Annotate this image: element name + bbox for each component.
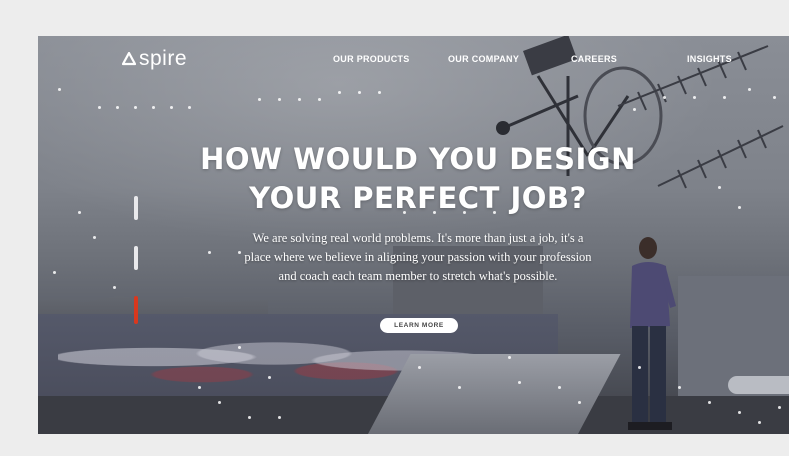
slide-indicator xyxy=(134,196,140,326)
decorative-dot xyxy=(188,106,191,109)
decorative-dot xyxy=(378,91,381,94)
decorative-dot xyxy=(113,286,116,289)
decorative-dot xyxy=(418,366,421,369)
decorative-dot xyxy=(458,386,461,389)
decorative-dot xyxy=(218,401,221,404)
brand-name: spire xyxy=(139,47,188,70)
decorative-dot xyxy=(116,106,119,109)
slide-indicator-1[interactable] xyxy=(134,196,138,220)
decorative-dot xyxy=(748,88,751,91)
decorative-dot xyxy=(558,386,561,389)
decorative-dot xyxy=(238,346,241,349)
decorative-dot xyxy=(278,416,281,419)
slide-indicator-3[interactable] xyxy=(134,296,138,324)
decorative-dot xyxy=(358,91,361,94)
decorative-dot xyxy=(708,401,711,404)
decorative-dot xyxy=(152,106,155,109)
decorative-dot xyxy=(518,381,521,384)
decorative-dot xyxy=(693,96,696,99)
nav-careers[interactable]: CAREERS xyxy=(571,54,617,64)
decorative-dot xyxy=(278,98,281,101)
decorative-dot xyxy=(248,416,251,419)
hero-description: We are solving real world problems. It's… xyxy=(178,229,658,286)
decorative-dot xyxy=(663,96,666,99)
decorative-dot xyxy=(318,98,321,101)
hero-section: spire OUR PRODUCTS OUR COMPANY CAREERS I… xyxy=(38,36,789,434)
decorative-dot xyxy=(170,106,173,109)
decorative-dot xyxy=(198,386,201,389)
decorative-dot xyxy=(638,366,641,369)
hero-headline: HOW WOULD YOU DESIGN YOUR PERFECT JOB? xyxy=(168,140,668,218)
decorative-dot xyxy=(738,411,741,414)
rooftop-pipe xyxy=(728,376,789,394)
brand-logo[interactable]: spire xyxy=(122,47,187,71)
decorative-dot xyxy=(268,376,271,379)
decorative-dot xyxy=(298,98,301,101)
decorative-dot xyxy=(58,88,61,91)
decorative-dot xyxy=(758,421,761,424)
top-navigation: spire OUR PRODUCTS OUR COMPANY CAREERS I… xyxy=(38,36,789,84)
decorative-dot xyxy=(723,96,726,99)
decorative-dot xyxy=(98,106,101,109)
nav-insights[interactable]: INSIGHTS xyxy=(687,54,732,64)
decorative-dot xyxy=(78,211,81,214)
spire-logo-icon xyxy=(122,52,136,66)
decorative-dot xyxy=(778,406,781,409)
city-skyline xyxy=(38,296,268,316)
hero-description-line-1: We are solving real world problems. It's… xyxy=(252,231,584,245)
hero-headline-line-1: HOW WOULD YOU DESIGN xyxy=(200,142,636,176)
rooftop-ledge xyxy=(368,354,621,434)
decorative-dot xyxy=(773,96,776,99)
decorative-dot xyxy=(338,91,341,94)
decorative-dot xyxy=(578,401,581,404)
background-building xyxy=(678,276,789,416)
decorative-dot xyxy=(53,271,56,274)
decorative-dot xyxy=(508,356,511,359)
slide-indicator-2[interactable] xyxy=(134,246,138,270)
hero-description-line-3: and coach each team member to stretch wh… xyxy=(278,269,558,283)
decorative-dot xyxy=(738,206,741,209)
decorative-dot xyxy=(258,98,261,101)
nav-our-products[interactable]: OUR PRODUCTS xyxy=(333,54,410,64)
learn-more-button[interactable]: LEARN MORE xyxy=(380,318,458,333)
decorative-dot xyxy=(134,106,137,109)
decorative-dot xyxy=(718,186,721,189)
nav-our-company[interactable]: OUR COMPANY xyxy=(448,54,519,64)
hero-description-line-2: place where we believe in aligning your … xyxy=(244,250,592,264)
decorative-dot xyxy=(633,108,636,111)
decorative-dot xyxy=(678,386,681,389)
hero-headline-line-2: YOUR PERFECT JOB? xyxy=(249,181,587,215)
decorative-dot xyxy=(93,236,96,239)
